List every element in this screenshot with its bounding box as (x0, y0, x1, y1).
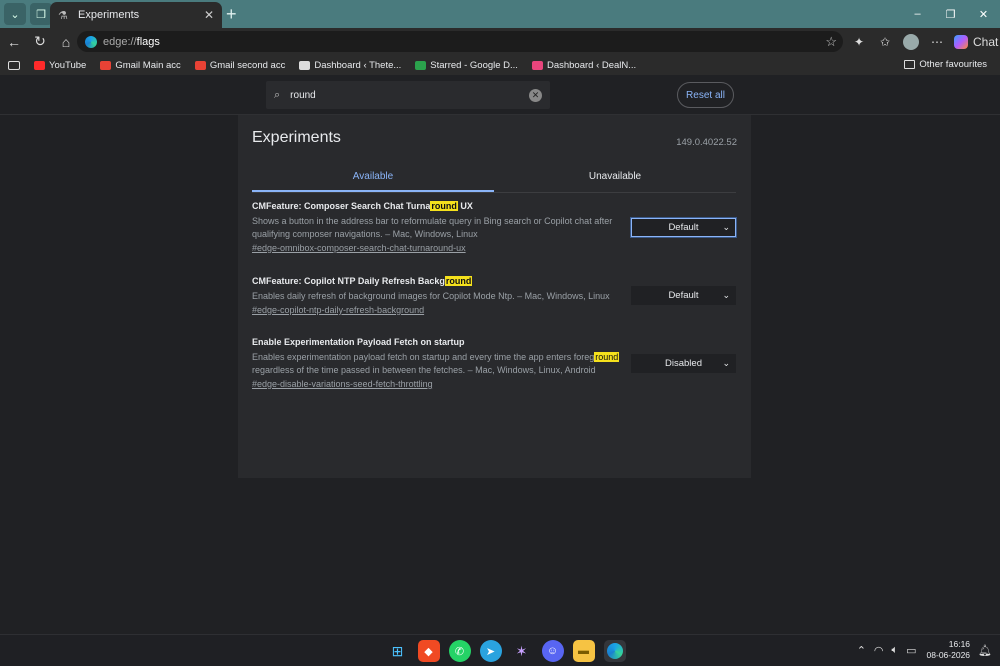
windows-start-icon[interactable]: ⊞ (387, 640, 409, 662)
flag-item: CMFeature: Composer Search Chat Turnarou… (252, 201, 737, 253)
restore-button[interactable]: ❐ (934, 0, 967, 28)
flag-anchor-link[interactable]: #edge-disable-variations-seed-fetch-thro… (252, 379, 736, 389)
copilot-chat-button[interactable]: Chat (954, 34, 999, 49)
site-icon (299, 60, 311, 70)
volume-icon[interactable]: 🔈︎ (892, 644, 899, 657)
flag-tabs: Available Unavailable (252, 165, 736, 193)
chevron-down-icon: ⌄ (722, 358, 730, 368)
clock[interactable]: 16:16 08-06-2026 (927, 639, 970, 661)
new-tab-button[interactable]: + (226, 4, 237, 24)
tab-close-icon[interactable]: ✕ (204, 8, 214, 22)
bookmark-google-drive[interactable]: Starred - Google D... (415, 60, 518, 71)
flag-item: CMFeature: Copilot NTP Daily Refresh Bac… (252, 276, 736, 315)
chevron-down-icon: ⌄ (722, 290, 730, 300)
discord-icon[interactable]: ☺ (541, 640, 564, 662)
battery-icon[interactable]: ▭ (906, 644, 916, 657)
tab-title: Experiments (78, 9, 140, 21)
taskbar: ⊞ ◆ ✆ ➤ ✶ ☺ ▬ ⌃ ◠ 🔈︎ ▭ 16:16 08-06-2026 … (0, 634, 1000, 666)
collections-icon[interactable] (8, 60, 20, 70)
edge-taskbar-icon[interactable] (603, 640, 626, 662)
page-title: Experiments (252, 129, 341, 146)
tab-available[interactable]: Available (252, 165, 494, 192)
folder-icon (904, 60, 916, 69)
flask-icon: ⚗ (58, 9, 68, 22)
extensions-icon[interactable]: ✦ (846, 35, 872, 49)
home-icon[interactable]: ⌂ (54, 30, 78, 54)
search-input[interactable]: round (290, 90, 529, 101)
flag-anchor-link[interactable]: #edge-omnibox-composer-search-chat-turna… (252, 243, 736, 253)
flag-title: Enable Experimentation Payload Fetch on … (252, 337, 465, 347)
google-drive-icon (415, 60, 427, 70)
clock-time: 16:16 (948, 639, 971, 649)
file-explorer-icon[interactable]: ▬ (572, 640, 595, 662)
brave-icon[interactable]: ◆ (417, 640, 440, 662)
bookmark-dashboard-dealn[interactable]: Dashboard ‹ DealN... (531, 60, 636, 71)
flag-description: Enables experimentation payload fetch on… (252, 352, 620, 375)
telegram-icon[interactable]: ➤ (479, 640, 502, 662)
flags-header: ⌕ round ✕ Reset all (0, 75, 1000, 115)
url-scheme: edge:// (103, 35, 137, 48)
experiments-panel: Experiments 149.0.4022.52 Available Unav… (238, 115, 751, 478)
more-menu-icon[interactable]: ⋯ (924, 35, 950, 49)
notification-icon[interactable]: 🔔︎ (978, 644, 992, 657)
navigation-bar: ← ↻ ⌂ edge://flags ☆ ✦ ✩ ⋯ Chat (0, 28, 1000, 55)
close-window-button[interactable]: ✕ (967, 0, 1000, 28)
tab-experiments[interactable]: ⚗ Experiments ✕ (50, 2, 222, 28)
toolbar-right: ✦ ✩ ⋯ Chat (846, 28, 998, 55)
url-path: flags (136, 35, 160, 48)
chevron-down-icon: ⌄ (722, 222, 730, 232)
chevron-up-icon[interactable]: ⌃ (857, 644, 866, 657)
profile-avatar[interactable] (903, 33, 919, 50)
gmail-icon (100, 60, 112, 70)
bookmark-gmail-main[interactable]: Gmail Main acc (100, 60, 181, 71)
edge-logo-icon (85, 35, 97, 48)
bookmark-dashboard-thete[interactable]: Dashboard ‹ Thete... (299, 60, 401, 71)
flag-description: Enables daily refresh of background imag… (252, 291, 610, 301)
taskbar-apps: ⊞ ◆ ✆ ➤ ✶ ☺ ▬ (382, 640, 630, 662)
reset-all-button[interactable]: Reset all (677, 82, 734, 108)
workspaces-icon[interactable]: ❒ (30, 3, 52, 25)
flag-title: CMFeature: Composer Search Chat Turnarou… (252, 201, 473, 211)
gmail-icon (194, 60, 206, 70)
youtube-icon (34, 60, 45, 70)
favorite-star-icon[interactable]: ☆ (825, 34, 837, 50)
whatsapp-icon[interactable]: ✆ (448, 640, 471, 662)
chat-label: Chat (973, 34, 999, 49)
search-icon: ⌕ (274, 88, 281, 101)
back-arrow-icon[interactable]: ← (2, 30, 26, 54)
copilot-icon (954, 34, 968, 49)
bookmark-youtube[interactable]: YouTube (34, 60, 86, 71)
flag-item: Enable Experimentation Payload Fetch on … (252, 337, 736, 389)
version-number: 149.0.4022.52 (676, 137, 737, 148)
minimize-button[interactable]: – (901, 0, 934, 28)
address-bar[interactable]: edge://flags ☆ (77, 31, 843, 52)
other-favourites[interactable]: Other favourites (904, 59, 987, 70)
flag-anchor-link[interactable]: #edge-copilot-ntp-daily-refresh-backgrou… (252, 305, 736, 315)
bookmarks-bar: YouTube Gmail Main acc Gmail second acc … (0, 55, 1000, 75)
flag-state-select[interactable]: Default ⌄ (630, 217, 737, 238)
refresh-icon[interactable]: ↻ (28, 30, 52, 54)
ai-app-icon[interactable]: ✶ (511, 640, 533, 662)
window-controls: – ❐ ✕ (901, 0, 1000, 28)
clear-search-icon[interactable]: ✕ (529, 88, 542, 102)
favorites-icon[interactable]: ✩ (872, 35, 898, 49)
flag-title: CMFeature: Copilot NTP Daily Refresh Bac… (252, 276, 473, 286)
bookmark-gmail-second[interactable]: Gmail second acc (194, 60, 285, 71)
flag-state-select[interactable]: Default ⌄ (631, 286, 736, 305)
wifi-icon[interactable]: ◠ (874, 644, 884, 657)
search-flags-field[interactable]: ⌕ round ✕ (266, 81, 550, 109)
flag-description: Shows a button in the address bar to ref… (252, 216, 613, 239)
clock-date: 08-06-2026 (926, 650, 971, 660)
tab-actions-chevron-icon[interactable]: ⌄ (4, 3, 26, 25)
site-icon (531, 60, 543, 70)
title-bar: ⌄ ❒ ⚗ Experiments ✕ + – ❐ ✕ (0, 0, 1000, 28)
system-tray: ⌃ ◠ 🔈︎ ▭ 16:16 08-06-2026 🔔︎ (849, 639, 992, 661)
flag-state-select[interactable]: Disabled ⌄ (631, 354, 736, 373)
tab-unavailable[interactable]: Unavailable (494, 165, 736, 192)
